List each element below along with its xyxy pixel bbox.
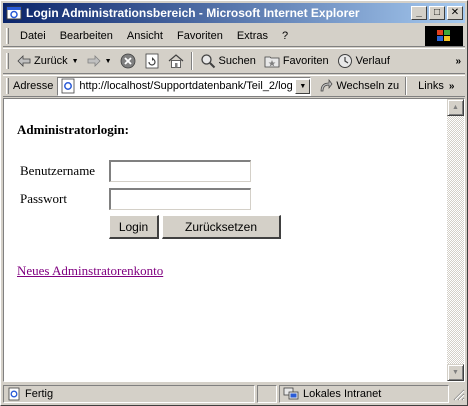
address-label: Adresse — [13, 80, 54, 92]
username-label: Benutzername — [20, 163, 96, 178]
windows-logo — [425, 25, 463, 46]
reset-button[interactable]: Zurücksetzen — [162, 215, 281, 239]
password-label: Passwort — [20, 191, 67, 206]
title-bar[interactable]: Login Administrationsbereich - Microsoft… — [3, 3, 465, 23]
vertical-scrollbar[interactable]: ▲ ▼ — [447, 99, 464, 381]
back-button[interactable]: Zurück ▼ — [13, 50, 83, 72]
intranet-zone-icon — [283, 387, 299, 399]
status-pane-empty — [257, 384, 277, 403]
address-bar: Adresse http://localhost/Supportdatenban… — [3, 75, 465, 97]
forward-arrow-icon — [87, 55, 101, 67]
address-dropdown-icon[interactable]: ▼ — [295, 78, 311, 94]
forward-dropdown-icon[interactable]: ▼ — [105, 58, 112, 65]
content-viewport: Administratorlogin: Benutzername Passwor… — [3, 98, 465, 382]
go-button[interactable]: Wechseln zu — [319, 79, 399, 93]
toolbar-overflow-icon[interactable]: » — [455, 56, 461, 67]
back-label: Zurück — [34, 55, 68, 67]
address-url[interactable]: http://localhost/Supportdatenbank/Teil_2… — [79, 80, 295, 92]
go-label: Wechseln zu — [336, 80, 400, 92]
zone-pane: Lokales Intranet — [279, 384, 449, 403]
scroll-down-icon[interactable]: ▼ — [447, 364, 464, 381]
toolbar-separator — [190, 52, 193, 70]
page-done-icon — [8, 387, 20, 400]
favorites-folder-icon — [264, 56, 280, 68]
menu-ansicht[interactable]: Ansicht — [120, 30, 170, 42]
username-input[interactable] — [109, 160, 251, 182]
menu-bearbeiten[interactable]: Bearbeiten — [53, 30, 120, 42]
menu-bar: Datei Bearbeiten Ansicht Favoriten Extra… — [3, 25, 465, 47]
scroll-up-icon[interactable]: ▲ — [447, 99, 464, 116]
favorites-label: Favoriten — [282, 55, 329, 67]
toolbar-grip[interactable] — [6, 27, 9, 44]
status-bar: Fertig Lokales Intranet — [3, 384, 465, 403]
maximize-button[interactable]: □ — [429, 6, 445, 20]
toolbar-grip[interactable] — [6, 78, 9, 94]
toolbar-grip[interactable] — [6, 53, 9, 69]
zone-text: Lokales Intranet — [303, 387, 382, 400]
links-overflow-icon[interactable]: » — [449, 81, 455, 92]
page-title: Administratorlogin: — [17, 122, 129, 137]
stop-button[interactable] — [116, 50, 140, 72]
back-dropdown-icon[interactable]: ▼ — [72, 58, 79, 65]
resize-grip-icon[interactable] — [451, 387, 465, 401]
minimize-button[interactable]: _ — [411, 6, 427, 20]
refresh-button[interactable] — [140, 50, 164, 72]
search-icon — [200, 54, 215, 69]
search-label: Suchen — [218, 55, 256, 67]
refresh-icon — [145, 53, 158, 69]
home-icon — [168, 54, 183, 68]
toolbar-separator — [405, 77, 408, 95]
standard-toolbar: Zurück ▼ ▼ Suchen Favoriten Verlauf » — [3, 48, 465, 74]
stop-icon — [120, 53, 135, 69]
menu-help[interactable]: ? — [275, 30, 295, 42]
login-page: Administratorlogin: Benutzername Passwor… — [4, 99, 447, 381]
history-icon — [337, 54, 352, 68]
window-title: Login Administrationsbereich - Microsoft… — [26, 6, 360, 20]
status-pane: Fertig — [3, 384, 255, 403]
menu-favoriten[interactable]: Favoriten — [170, 30, 230, 42]
new-admin-account-link[interactable]: Neues Adminstratorenkonto — [17, 263, 163, 279]
back-arrow-icon — [17, 55, 31, 67]
home-button[interactable] — [164, 50, 188, 72]
internet-explorer-icon — [6, 6, 22, 20]
menu-datei[interactable]: Datei — [13, 30, 53, 42]
forward-button[interactable]: ▼ — [83, 50, 116, 72]
search-button[interactable]: Suchen — [196, 50, 260, 72]
favorites-button[interactable]: Favoriten — [260, 50, 333, 72]
browser-window: Login Administrationsbereich - Microsoft… — [0, 0, 468, 406]
status-text: Fertig — [25, 387, 54, 400]
history-label: Verlauf — [355, 55, 390, 67]
links-button[interactable]: Links » — [418, 80, 454, 92]
page-icon — [61, 78, 75, 94]
menu-extras[interactable]: Extras — [230, 30, 275, 42]
close-button[interactable]: ✕ — [447, 6, 463, 20]
password-input[interactable] — [109, 188, 251, 210]
go-arrow-icon — [321, 79, 333, 92]
address-field[interactable]: http://localhost/Supportdatenbank/Teil_2… — [57, 76, 312, 96]
links-label: Links — [418, 80, 444, 92]
history-button[interactable]: Verlauf — [333, 50, 394, 72]
login-button[interactable]: Login — [109, 215, 159, 239]
